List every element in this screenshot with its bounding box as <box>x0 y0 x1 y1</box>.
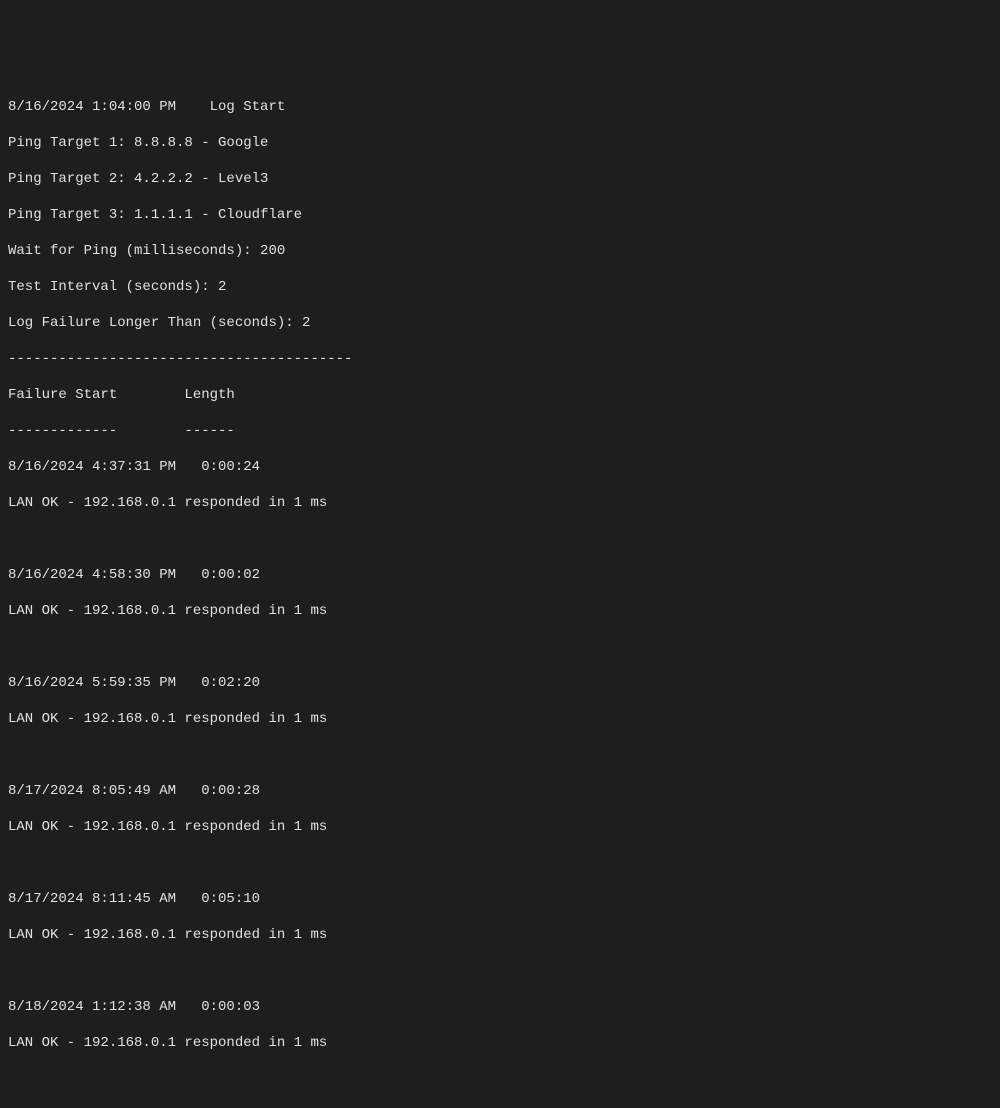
blank-line <box>8 1070 992 1088</box>
failure-entry-lan: LAN OK - 192.168.0.1 responded in 1 ms <box>8 602 992 620</box>
separator-line: ----------------------------------------… <box>8 350 992 368</box>
failure-entry-time: 8/17/2024 8:05:49 AM 0:00:28 <box>8 782 992 800</box>
wait-for-ping: Wait for Ping (milliseconds): 200 <box>8 242 992 260</box>
failure-entry-lan: LAN OK - 192.168.0.1 responded in 1 ms <box>8 926 992 944</box>
column-header: Failure Start Length <box>8 386 992 404</box>
blank-line <box>8 638 992 656</box>
log-output: 8/16/2024 1:04:00 PM Log Start Ping Targ… <box>8 80 992 1108</box>
blank-line <box>8 746 992 764</box>
test-interval: Test Interval (seconds): 2 <box>8 278 992 296</box>
failure-entry-time: 8/16/2024 5:59:35 PM 0:02:20 <box>8 674 992 692</box>
ping-target-2: Ping Target 2: 4.2.2.2 - Level3 <box>8 170 992 188</box>
blank-line <box>8 962 992 980</box>
column-underline: ------------- ------ <box>8 422 992 440</box>
ping-target-3: Ping Target 3: 1.1.1.1 - Cloudflare <box>8 206 992 224</box>
failure-entry-lan: LAN OK - 192.168.0.1 responded in 1 ms <box>8 494 992 512</box>
failure-entry-time: 8/18/2024 1:12:38 AM 0:00:03 <box>8 998 992 1016</box>
ping-target-1: Ping Target 1: 8.8.8.8 - Google <box>8 134 992 152</box>
failure-entry-lan: LAN OK - 192.168.0.1 responded in 1 ms <box>8 818 992 836</box>
failure-entry-lan: LAN OK - 192.168.0.1 responded in 1 ms <box>8 710 992 728</box>
failure-entry-time: 8/18/2024 4:26:09 AM 0:05:05 <box>8 1106 992 1108</box>
log-start-line: 8/16/2024 1:04:00 PM Log Start <box>8 98 992 116</box>
failure-entry-lan: LAN OK - 192.168.0.1 responded in 1 ms <box>8 1034 992 1052</box>
blank-line <box>8 530 992 548</box>
log-failure-threshold: Log Failure Longer Than (seconds): 2 <box>8 314 992 332</box>
blank-line <box>8 854 992 872</box>
failure-entry-time: 8/16/2024 4:58:30 PM 0:00:02 <box>8 566 992 584</box>
failure-entry-time: 8/16/2024 4:37:31 PM 0:00:24 <box>8 458 992 476</box>
failure-entry-time: 8/17/2024 8:11:45 AM 0:05:10 <box>8 890 992 908</box>
